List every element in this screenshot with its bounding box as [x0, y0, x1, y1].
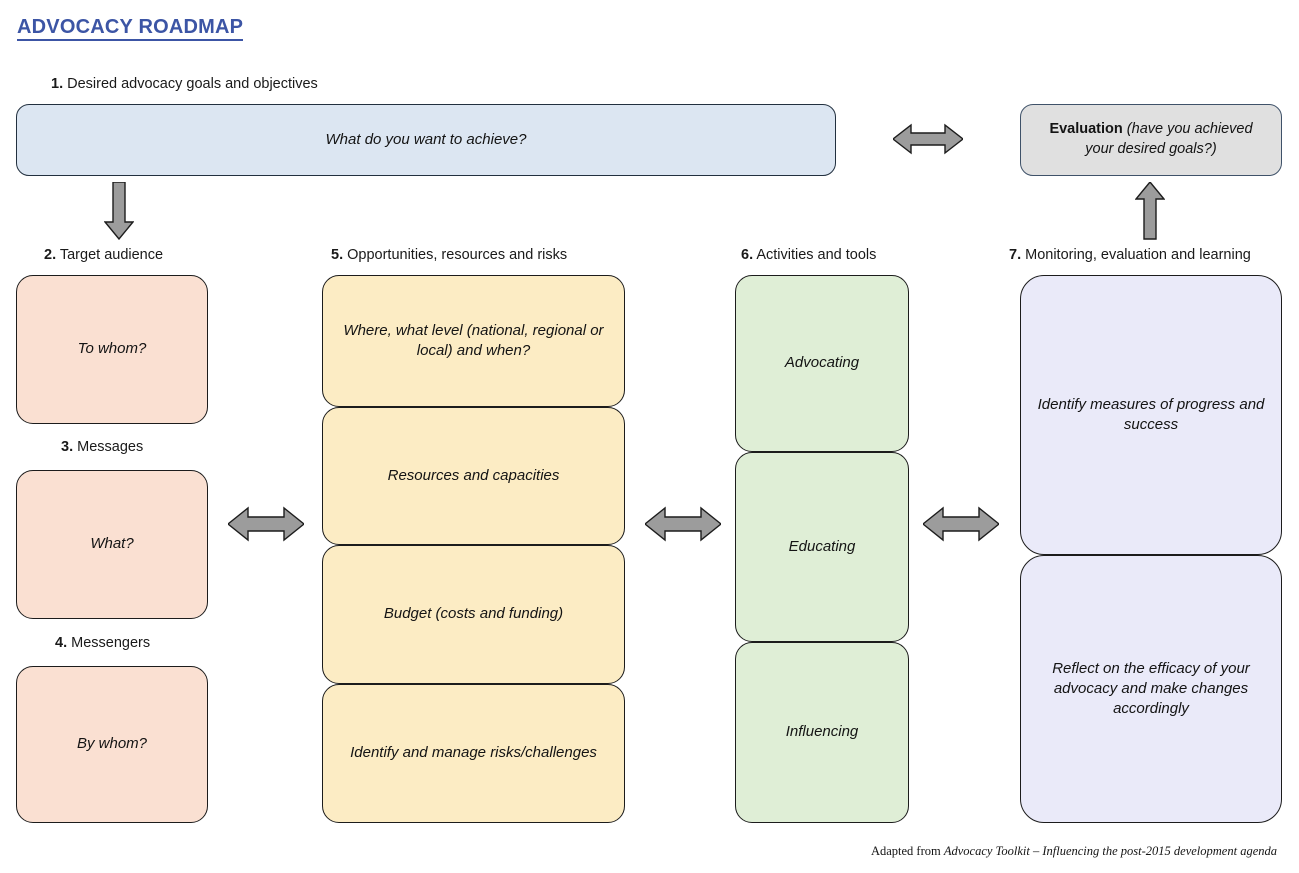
- roadmap-diagram: ADVOCACY ROADMAP 1. Desired advocacy goa…: [0, 0, 1299, 873]
- caption-label-2: Target audience: [56, 247, 164, 263]
- box-desired-goals[interactable]: What do you want to achieve?: [16, 104, 836, 176]
- caption-section-2: 2. Target audience: [44, 248, 163, 263]
- box-mel-measures-text: Identify measures of progress and succes…: [1037, 395, 1265, 433]
- arrow-mel-to-evaluation: [1135, 182, 1165, 240]
- box-mel-measures[interactable]: Identify measures of progress and succes…: [1020, 275, 1282, 555]
- caption-number-4: 4.: [55, 635, 68, 651]
- caption-section-1: 1. Desired advocacy goals and objectives: [51, 77, 318, 92]
- box-opportunities-budget[interactable]: Budget (costs and funding): [322, 545, 625, 684]
- arrow-activities-to-mel: [923, 506, 999, 542]
- box-opportunities-risks[interactable]: Identify and manage risks/challenges: [322, 684, 625, 823]
- caption-number-1: 1.: [51, 76, 64, 92]
- box-activities-advocating-text: Advocating: [784, 354, 860, 372]
- caption-section-3: 3. Messages: [61, 440, 143, 455]
- box-evaluation-bold: Evaluation: [1049, 121, 1127, 138]
- box-opportunities-risks-text: Identify and manage risks/challenges: [350, 744, 597, 762]
- box-messages-text: What?: [90, 535, 134, 553]
- arrow-goals-to-audience: [104, 182, 134, 240]
- caption-label-1: Desired advocacy goals and objectives: [63, 76, 318, 92]
- box-activities-influencing-text: Influencing: [785, 723, 859, 741]
- caption-label-5: Opportunities, resources and risks: [343, 247, 568, 263]
- caption-number-6: 6.: [741, 247, 754, 263]
- caption-section-5: 5. Opportunities, resources and risks: [331, 248, 567, 263]
- page-title: ADVOCACY ROADMAP: [17, 16, 244, 41]
- arrow-opportunities-to-activities: [645, 506, 721, 542]
- box-opportunities-where-text: Where, what level (national, regional or…: [343, 321, 604, 359]
- caption-section-7: 7. Monitoring, evaluation and learning: [1009, 248, 1251, 263]
- box-mel-reflect-text: Reflect on the efficacy of your advocacy…: [1052, 659, 1250, 718]
- caption-section-6: 6. Activities and tools: [741, 248, 876, 263]
- box-messages[interactable]: What?: [16, 470, 208, 619]
- caption-number-3: 3.: [61, 439, 74, 455]
- box-opportunities-budget-text: Budget (costs and funding): [383, 605, 564, 623]
- caption-section-4: 4. Messengers: [55, 636, 150, 651]
- caption-number-5: 5.: [331, 247, 344, 263]
- source-note-prefix: Adapted from: [870, 844, 944, 858]
- box-desired-goals-text: What do you want to achieve?: [325, 130, 527, 148]
- box-opportunities-where[interactable]: Where, what level (national, regional or…: [322, 275, 625, 407]
- source-note-title: Advocacy Toolkit – Influencing the post-…: [943, 844, 1277, 858]
- box-evaluation-text: Evaluation (have you achieved your desir…: [1035, 120, 1267, 159]
- caption-label-3: Messages: [73, 439, 144, 455]
- box-activities-educating-text: Educating: [788, 537, 856, 555]
- box-opportunities-resources[interactable]: Resources and capacities: [322, 407, 625, 545]
- box-messengers[interactable]: By whom?: [16, 666, 208, 823]
- box-activities-influencing[interactable]: Influencing: [735, 642, 909, 823]
- source-note: Adapted from Advocacy Toolkit – Influenc…: [871, 844, 1277, 859]
- caption-label-7: Monitoring, evaluation and learning: [1021, 247, 1251, 263]
- caption-label-6: Activities and tools: [753, 247, 877, 263]
- box-mel-reflect[interactable]: Reflect on the efficacy of your advocacy…: [1020, 555, 1282, 823]
- box-target-audience-text: To whom?: [77, 340, 147, 358]
- box-activities-educating[interactable]: Educating: [735, 452, 909, 642]
- arrow-goals-to-evaluation: [893, 123, 963, 155]
- box-activities-advocating[interactable]: Advocating: [735, 275, 909, 452]
- caption-label-4: Messengers: [67, 635, 151, 651]
- box-target-audience[interactable]: To whom?: [16, 275, 208, 424]
- box-opportunities-resources-text: Resources and capacities: [387, 466, 560, 484]
- caption-number-2: 2.: [44, 247, 57, 263]
- box-evaluation[interactable]: Evaluation (have you achieved your desir…: [1020, 104, 1282, 176]
- arrow-audience-to-opportunities: [228, 506, 304, 542]
- caption-number-7: 7.: [1009, 247, 1022, 263]
- box-messengers-text: By whom?: [76, 735, 148, 753]
